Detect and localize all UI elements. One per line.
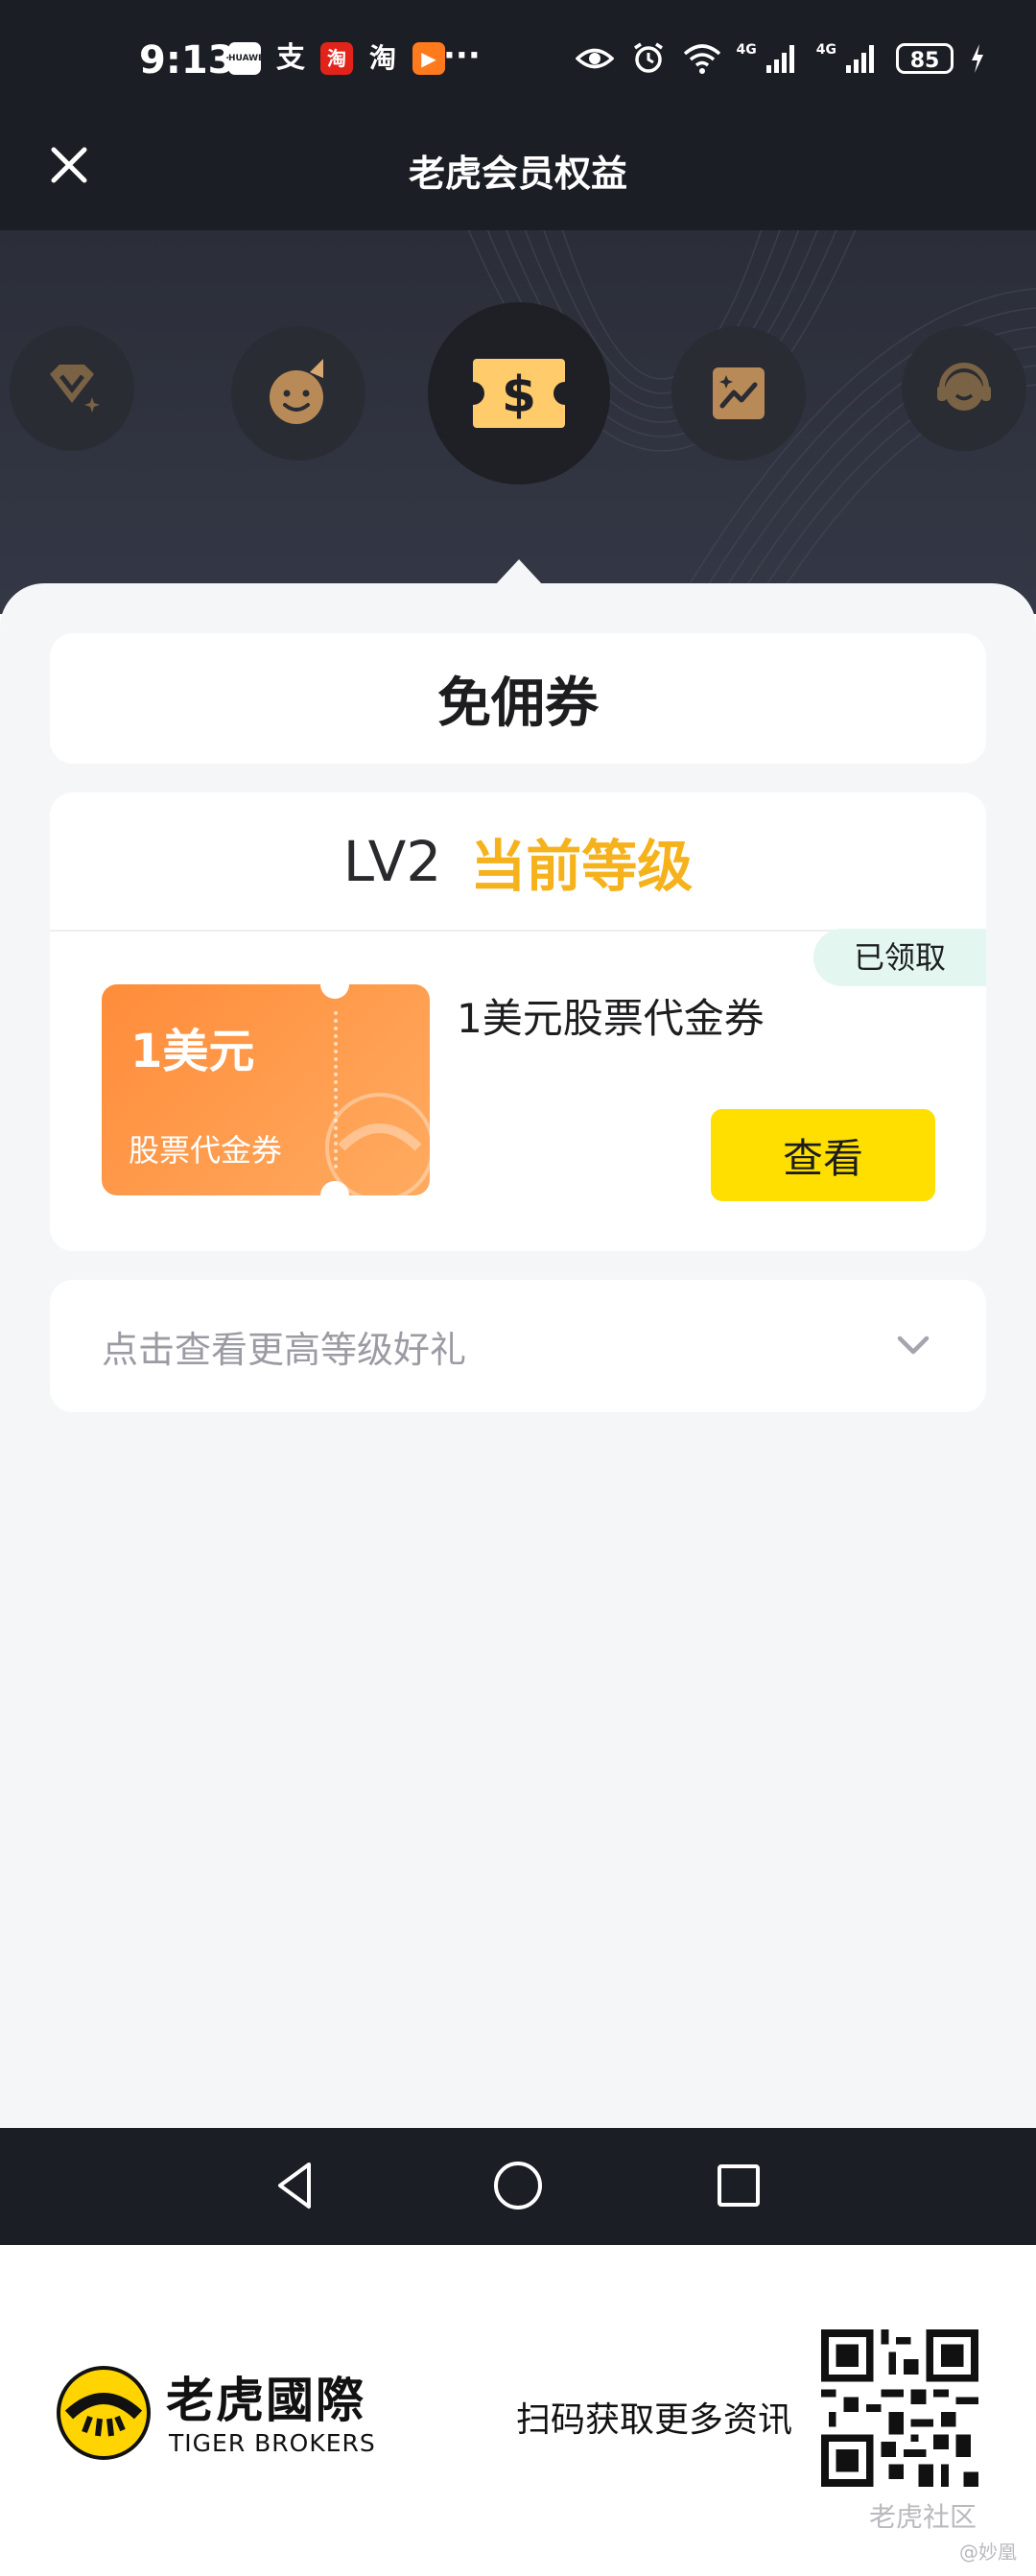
system-navigation-bar [0,2128,1036,2245]
huawei-app-icon: HUAWEI [228,42,268,75]
benefit-tab-service[interactable] [902,326,1026,451]
home-circle-icon[interactable] [489,2157,547,2214]
top-bar: 9:13 HUAWEI 支 淘 淘 ▶ ··· 4G 4G 85 老虎会员权益 [0,0,1036,230]
wifi-icon [683,44,720,74]
back-triangle-icon[interactable] [269,2157,326,2214]
svg-text:$: $ [502,366,536,424]
tiger-watermark-icon [325,1093,430,1195]
brand-name-en: TIGER BROKERS [169,2429,376,2457]
smiley-party-icon [270,359,323,424]
section-title: 免佣券 [437,672,599,735]
coupon-name: 1美元股票代金券 [457,995,765,1042]
chevron-down-icon[interactable] [892,1324,934,1366]
brand-name-cn: 老虎國際 [166,2373,365,2428]
app-screen: 9:13 HUAWEI 支 淘 淘 ▶ ··· 4G 4G 85 老虎会员权益 … [0,0,1036,2576]
cell-signal-icon [765,45,794,73]
status-right: 4G 4G 85 [575,42,986,75]
video-app-icon: ▶ [412,42,445,75]
benefit-tab-market-data[interactable] [671,326,806,461]
benefit-tab-commission-coupon[interactable]: $ [428,302,610,484]
status-app-icons: HUAWEI 支 淘 淘 ▶ [228,42,445,75]
dollar-ticket-icon: $ [473,359,565,428]
claimed-status-badge: 已领取 [813,929,986,986]
taobao-app-icon: 淘 [368,42,396,74]
level-card: LV2 当前等级 已领取 1美元 股票代金券 1美元股票代金券 查看 [50,792,986,1251]
benefit-detail-sheet: 免佣券 LV2 当前等级 已领取 1美元 股票代金券 1美元股票代金券 查看 点… [0,583,1036,2128]
more-gifts-label: 点击查看更高等级好礼 [102,1329,467,1371]
coupon-ticket: 1美元 股票代金券 [102,984,430,1195]
cell-signal-icon [846,45,874,73]
view-coupon-button[interactable]: 查看 [711,1109,935,1201]
charging-icon [972,44,983,73]
active-tab-pointer [494,559,544,586]
current-level-label: 当前等级 [470,833,694,899]
level-header: LV2 当前等级 [50,792,986,932]
scan-prompt: 扫码获取更多资讯 [516,2400,793,2440]
author-watermark: @妙凰 [959,2541,1017,2564]
status-overflow: ··· [443,36,481,75]
coupon-amount: 1美元 [130,1025,255,1078]
eye-icon [575,48,614,69]
community-watermark: 老虎社区 [869,2501,977,2533]
taobao-special-app-icon: 淘 [320,42,353,75]
headset-icon [937,363,991,411]
alipay-app-icon: 支 [276,41,305,75]
section-title-card: 免佣券 [50,633,986,764]
benefit-tab-birthday[interactable] [231,326,365,461]
qr-code-icon [821,2329,978,2487]
page-title: 老虎会员权益 [408,153,627,195]
alarm-icon [633,42,663,73]
signal-label-2: 4G [815,42,836,58]
status-time: 9:13 [139,38,235,83]
coupon-type: 股票代金券 [129,1132,283,1169]
level-name: LV2 [342,828,442,894]
benefit-tab-diamond[interactable] [10,326,134,451]
chart-image-icon [713,367,765,419]
diamond-icon [50,365,100,413]
signal-label-1: 4G [736,42,757,58]
status-bar: 9:13 HUAWEI 支 淘 淘 ▶ ··· 4G 4G 85 [0,0,1036,130]
tiger-brokers-logo-icon [57,2366,151,2460]
recents-square-icon[interactable] [710,2157,767,2214]
share-footer: 老虎國際 TIGER BROKERS 扫码获取更多资讯 老虎社区 @妙凰 [0,2245,1036,2576]
coupon-notch [320,984,349,999]
more-gifts-dropdown[interactable]: 点击查看更高等级好礼 [50,1280,986,1412]
battery-indicator: 85 [896,43,954,74]
